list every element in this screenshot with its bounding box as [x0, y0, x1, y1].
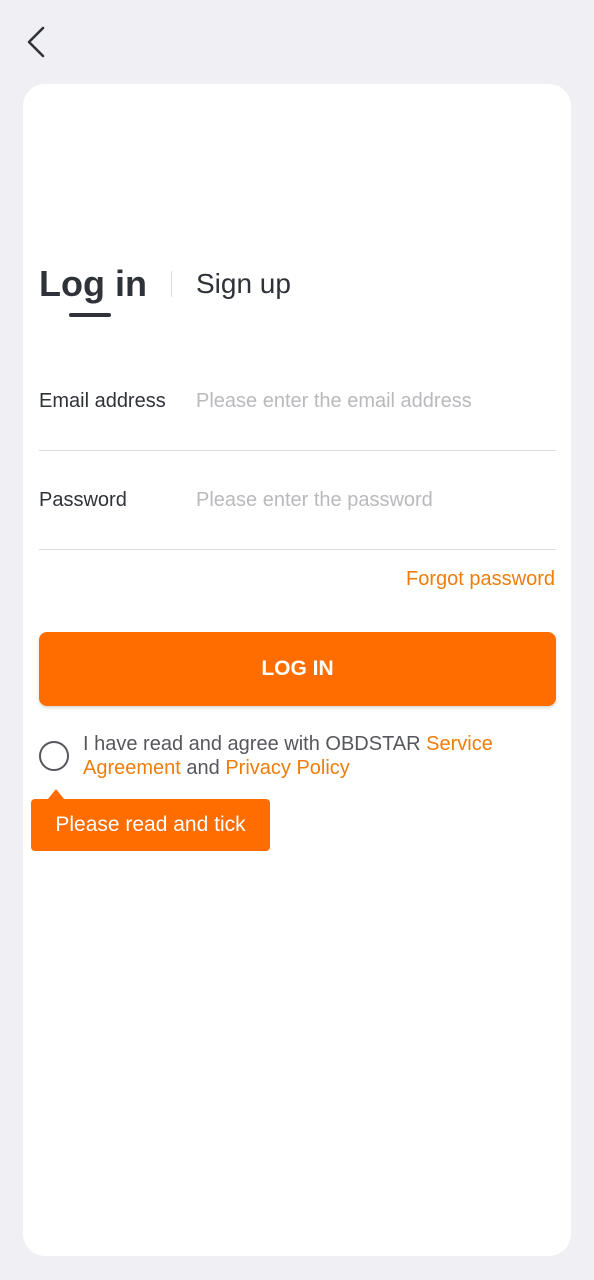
email-field-row: Email address [39, 352, 556, 451]
tab-login-label: Log in [39, 263, 147, 304]
agreement-tooltip: Please read and tick [31, 789, 270, 851]
auth-tabs: Log in Sign up [39, 262, 291, 317]
agreement-prefix: I have read and agree with OBDSTAR [83, 733, 427, 755]
back-button[interactable] [18, 22, 54, 62]
tab-login[interactable]: Log in [39, 262, 147, 317]
tab-signup-label: Sign up [195, 268, 291, 299]
agreement-conjunction: and [180, 757, 226, 779]
password-input[interactable] [196, 488, 556, 512]
tab-signup[interactable]: Sign up [196, 262, 291, 306]
agreement-checkbox[interactable] [39, 741, 69, 771]
chevron-left-icon [27, 26, 45, 58]
tab-divider [170, 271, 172, 297]
tab-active-indicator [69, 313, 111, 317]
email-label: Email address [39, 389, 166, 412]
password-label: Password [39, 488, 127, 511]
login-card: Log in Sign up Email address Password Fo… [23, 84, 571, 1256]
privacy-policy-link[interactable]: Privacy Policy [225, 757, 349, 779]
tooltip-text: Please read and tick [55, 813, 246, 836]
forgot-password-link[interactable]: Forgot password [406, 568, 555, 591]
login-button[interactable]: LOG IN [39, 632, 556, 706]
password-field-row: Password [39, 451, 556, 550]
agreement-text: I have read and agree with OBDSTAR Servi… [83, 732, 503, 780]
tooltip-arrow [48, 789, 64, 799]
email-input[interactable] [196, 389, 556, 413]
